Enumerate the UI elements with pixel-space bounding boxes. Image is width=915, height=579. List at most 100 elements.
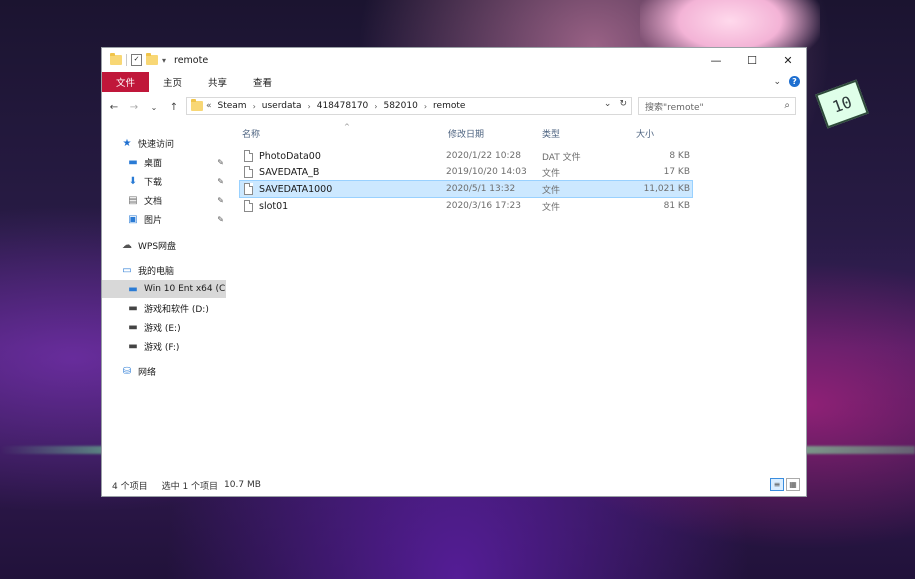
table-row-selected[interactable]: SAVEDATA1000 2020/5/1 13:32 文件 11,021 KB — [239, 180, 693, 198]
nav-drive-e[interactable]: ▬ 游戏 (E:) — [126, 318, 226, 336]
expand-ribbon-icon[interactable]: ⌄ — [773, 77, 781, 87]
search-input[interactable]: 搜索"remote" ⌕ — [638, 97, 796, 115]
title-bar: ✓ ▾ remote — ☐ ✕ — [102, 48, 806, 72]
navigation-row: ← → ⌄ ↑ « Steam › userdata › 418478170 ›… — [102, 96, 806, 118]
window-title: remote — [174, 54, 209, 66]
nav-drive-d[interactable]: ▬ 游戏和软件 (D:) — [126, 299, 226, 317]
breadcrumb-userdata[interactable]: userdata — [262, 101, 302, 111]
status-item-count: 4 个项目 — [112, 481, 148, 492]
large-icons-view-icon[interactable]: ▦ — [786, 478, 800, 491]
status-selected: 选中 1 个项目 — [161, 481, 219, 492]
file-size: 81 KB — [663, 201, 690, 211]
folder-icon — [191, 99, 203, 111]
download-icon: ⬇ — [128, 175, 138, 187]
desktop-icon: ▬ — [128, 156, 138, 168]
nav-network[interactable]: ⛁ 网络 — [120, 362, 244, 380]
address-dropdown-icon[interactable]: ⌄ — [604, 99, 612, 109]
drive-icon: ▬ — [128, 302, 138, 314]
nav-quick-access[interactable]: ★ 快速访问 — [120, 134, 244, 152]
nav-downloads[interactable]: ⬇ 下载 ✎ — [126, 172, 226, 190]
file-icon — [244, 183, 253, 195]
file-name: slot01 — [259, 200, 289, 212]
properties-icon[interactable]: ✓ — [131, 54, 142, 66]
pin-icon: ✎ — [217, 157, 224, 167]
sort-caret-icon: ^ — [344, 123, 350, 131]
new-folder-icon[interactable] — [146, 53, 158, 65]
column-label: 名称 — [242, 129, 261, 140]
file-size: 11,021 KB — [643, 184, 690, 194]
nav-this-pc[interactable]: ▭ 我的电脑 — [120, 261, 244, 279]
nav-wps-cloud[interactable]: ☁ WPS网盘 — [120, 236, 244, 254]
overflow-crumbs-icon[interactable]: « — [206, 101, 212, 111]
nav-label: 我的电脑 — [138, 266, 175, 277]
star-icon: ★ — [122, 137, 132, 149]
details-view-icon[interactable]: ≡ — [770, 478, 784, 491]
help-icon[interactable]: ? — [789, 76, 800, 87]
back-icon[interactable]: ← — [106, 99, 122, 115]
view-switcher: ≡ ▦ — [770, 478, 800, 491]
status-size: 10.7 MB — [224, 480, 261, 490]
table-row[interactable]: SAVEDATA_B 2019/10/20 14:03 文件 17 KB — [240, 164, 692, 180]
maximize-button[interactable]: ☐ — [734, 48, 770, 72]
pin-icon: ✎ — [217, 176, 224, 186]
search-icon[interactable]: ⌕ — [784, 100, 790, 111]
breadcrumb-remote[interactable]: remote — [433, 101, 465, 111]
table-row[interactable]: slot01 2020/3/16 17:23 文件 81 KB — [240, 198, 692, 214]
nav-label: 图片 — [144, 215, 163, 226]
chevron-right-icon[interactable]: › — [424, 102, 427, 111]
nav-label: 游戏和软件 (D:) — [144, 304, 209, 315]
address-bar[interactable]: « Steam › userdata › 418478170 › 582010 … — [186, 97, 632, 115]
nav-drive-c[interactable]: ▬ Win 10 Ent x64 (C — [102, 280, 226, 298]
minimize-button[interactable]: — — [698, 48, 734, 72]
chevron-right-icon[interactable]: › — [374, 102, 377, 111]
file-list: 名称 ^ 修改日期 类型 大小 PhotoData00 2020/1/22 10… — [234, 120, 806, 480]
chevron-right-icon[interactable]: › — [308, 102, 311, 111]
nav-label: WPS网盘 — [138, 241, 177, 252]
file-date: 2020/3/16 17:23 — [446, 201, 521, 211]
navigation-pane: ★ 快速访问 ▬ 桌面 ✎ ⬇ 下载 ✎ ▤ 文档 ✎ ▣ 图片 ✎ ☁ WPS… — [102, 130, 230, 476]
file-name: PhotoData00 — [259, 150, 321, 162]
ribbon-tabs: 文件 主页 共享 查看 ⌄ ? — [102, 72, 806, 92]
nav-documents[interactable]: ▤ 文档 ✎ — [126, 191, 226, 209]
nav-drive-f[interactable]: ▬ 游戏 (F:) — [126, 337, 226, 355]
pin-icon: ✎ — [217, 214, 224, 224]
nav-label: 网络 — [138, 367, 157, 378]
column-header-size[interactable]: 大小 — [636, 124, 654, 142]
table-row[interactable]: PhotoData00 2020/1/22 10:28 DAT 文件 8 KB — [240, 148, 692, 164]
recent-locations-icon[interactable]: ⌄ — [146, 99, 162, 115]
nav-pictures[interactable]: ▣ 图片 ✎ — [126, 210, 226, 228]
tab-share[interactable]: 共享 — [196, 72, 239, 92]
file-name: SAVEDATA1000 — [259, 183, 333, 195]
picture-icon: ▣ — [128, 213, 138, 225]
file-icon — [244, 200, 253, 212]
window-controls: — ☐ ✕ — [698, 48, 806, 72]
forward-icon[interactable]: → — [126, 99, 142, 115]
file-date: 2020/1/22 10:28 — [446, 151, 521, 161]
address-actions: ⌄ ↻ — [604, 99, 627, 109]
breadcrumb-appid[interactable]: 582010 — [383, 101, 417, 111]
column-header-name[interactable]: 名称 ^ — [242, 123, 350, 142]
column-header-type[interactable]: 类型 — [542, 124, 560, 142]
tab-home[interactable]: 主页 — [151, 72, 194, 92]
file-type: DAT 文件 — [542, 152, 581, 163]
wallpaper-badge-text: 10 — [829, 91, 855, 117]
wallpaper-badge: 10 — [815, 79, 869, 129]
nav-desktop[interactable]: ▬ 桌面 ✎ — [126, 153, 226, 171]
column-header-date[interactable]: 修改日期 — [448, 124, 484, 142]
nav-label: 游戏 (F:) — [144, 342, 180, 353]
nav-label: 桌面 — [144, 158, 163, 169]
up-icon[interactable]: ↑ — [166, 99, 182, 115]
tab-view[interactable]: 查看 — [241, 72, 284, 92]
separator — [126, 54, 127, 66]
customize-toolbar-icon[interactable]: ▾ — [162, 56, 166, 65]
file-date: 2019/10/20 14:03 — [446, 167, 527, 177]
breadcrumb-userid[interactable]: 418478170 — [317, 101, 369, 111]
ribbon-help-area: ⌄ ? — [773, 76, 800, 87]
chevron-right-icon[interactable]: › — [253, 102, 256, 111]
search-placeholder: 搜索"remote" — [645, 102, 704, 113]
tab-file[interactable]: 文件 — [102, 72, 150, 92]
nav-label: Win 10 Ent x64 (C — [144, 284, 226, 294]
breadcrumb-steam[interactable]: Steam — [218, 101, 247, 111]
refresh-icon[interactable]: ↻ — [619, 99, 627, 109]
close-button[interactable]: ✕ — [770, 48, 806, 72]
